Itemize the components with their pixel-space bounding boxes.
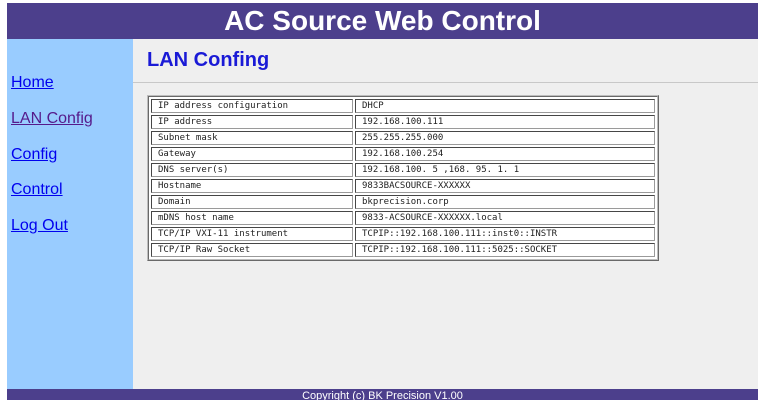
row-label: mDNS host name: [151, 211, 353, 225]
row-label: DNS server(s): [151, 163, 353, 177]
row-value: 255.255.255.000: [355, 131, 655, 145]
page-footer: Copyright (c) BK Precision V1.00: [7, 389, 758, 400]
row-value: DHCP: [355, 99, 655, 113]
sidebar-link-home[interactable]: Home: [11, 74, 54, 92]
main-content: LAN Confing IP address configuration DHC…: [133, 39, 758, 389]
app-header: AC Source Web Control: [7, 3, 758, 39]
row-label: IP address configuration: [151, 99, 353, 113]
table-row: TCP/IP VXI-11 instrument TCPIP::192.168.…: [151, 227, 655, 241]
app-title: AC Source Web Control: [224, 5, 541, 36]
table-row: DNS server(s) 192.168.100. 5 ,168. 95. 1…: [151, 163, 655, 177]
row-value: TCPIP::192.168.100.111::5025::SOCKET: [355, 243, 655, 257]
sidebar-link-log-out[interactable]: Log Out: [11, 217, 68, 235]
copyright-text: Copyright (c) BK Precision V1.00: [302, 390, 463, 400]
page-title: LAN Confing: [147, 49, 270, 71]
row-value: bkprecision.corp: [355, 195, 655, 209]
row-label: Hostname: [151, 179, 353, 193]
row-value: TCPIP::192.168.100.111::inst0::INSTR: [355, 227, 655, 241]
row-label: Subnet mask: [151, 131, 353, 145]
row-value: 192.168.100. 5 ,168. 95. 1. 1: [355, 163, 655, 177]
table-row: Gateway 192.168.100.254: [151, 147, 655, 161]
sidebar-link-lan-config[interactable]: LAN Config: [11, 110, 93, 128]
table-row: mDNS host name 9833-ACSOURCE-XXXXXX.loca…: [151, 211, 655, 225]
row-label: IP address: [151, 115, 353, 129]
row-value: 9833-ACSOURCE-XXXXXX.local: [355, 211, 655, 225]
title-divider: [133, 82, 758, 83]
row-label: Gateway: [151, 147, 353, 161]
table-row: Domain bkprecision.corp: [151, 195, 655, 209]
sidebar-nav: Home LAN Config Config Control Log Out: [7, 39, 133, 389]
sidebar-link-config[interactable]: Config: [11, 146, 57, 164]
page: AC Source Web Control Home LAN Config Co…: [0, 0, 758, 400]
table-row: IP address 192.168.100.111: [151, 115, 655, 129]
table-row: TCP/IP Raw Socket TCPIP::192.168.100.111…: [151, 243, 655, 257]
sidebar-link-control[interactable]: Control: [11, 181, 63, 199]
row-label: Domain: [151, 195, 353, 209]
row-label: TCP/IP Raw Socket: [151, 243, 353, 257]
table-row: Hostname 9833BACSOURCE-XXXXXX: [151, 179, 655, 193]
row-value: 192.168.100.254: [355, 147, 655, 161]
lan-config-table: IP address configuration DHCP IP address…: [147, 95, 659, 261]
row-value: 192.168.100.111: [355, 115, 655, 129]
row-label: TCP/IP VXI-11 instrument: [151, 227, 353, 241]
table-row: Subnet mask 255.255.255.000: [151, 131, 655, 145]
table-row: IP address configuration DHCP: [151, 99, 655, 113]
row-value: 9833BACSOURCE-XXXXXX: [355, 179, 655, 193]
